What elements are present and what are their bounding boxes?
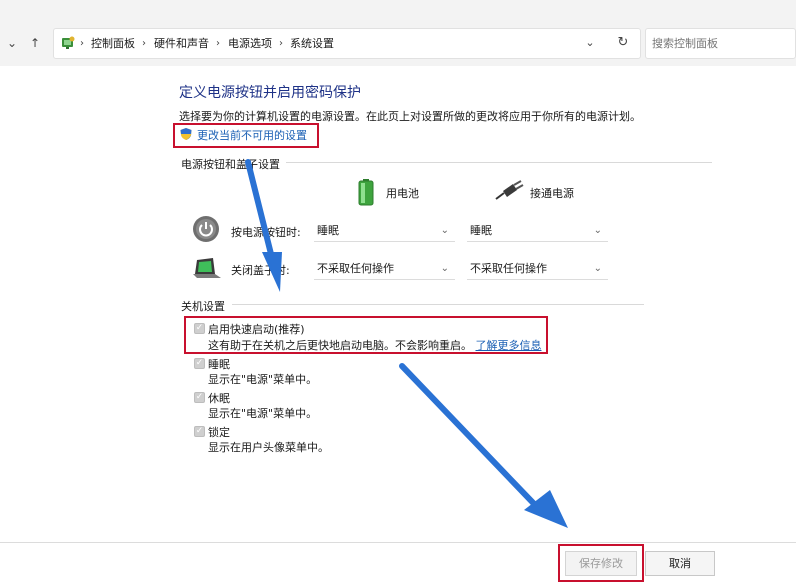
cancel-button[interactable]: 取消 [645, 551, 715, 576]
plugged-in-column-label: 接通电源 [530, 187, 574, 200]
chevron-down-icon: ⌄ [440, 225, 449, 236]
highlight-box [184, 316, 548, 354]
section-divider [286, 162, 712, 163]
breadcrumb-separator: › [142, 38, 146, 49]
title-bar [0, 0, 796, 22]
annotation-arrows [245, 159, 568, 528]
chevron-down-icon: ⌄ [440, 263, 449, 274]
page-title: 定义电源按钮并启用密码保护 [179, 85, 361, 101]
breadcrumb-system-settings[interactable]: 系统设置 [290, 36, 334, 52]
section-divider [232, 304, 644, 305]
hibernate-label: 休眠 [208, 392, 230, 405]
battery-column-label: 用电池 [386, 187, 419, 200]
up-arrow-icon[interactable]: ↑ [27, 33, 43, 53]
breadcrumb-separator: › [80, 38, 84, 49]
select-value: 睡眠 [317, 224, 339, 237]
power-button-battery-select[interactable]: 睡眠 ⌄ [314, 220, 455, 242]
highlight-box [173, 123, 319, 148]
sleep-label: 睡眠 [208, 358, 230, 371]
chevron-down-icon: ⌄ [593, 225, 602, 236]
breadcrumb-separator: › [279, 38, 283, 49]
breadcrumb-separator: › [216, 38, 220, 49]
power-button-plugged-select[interactable]: 睡眠 ⌄ [467, 220, 608, 242]
hibernate-description: 显示在"电源"菜单中。 [208, 407, 318, 420]
breadcrumb-control-panel[interactable]: 控制面板 [91, 36, 135, 52]
lock-description: 显示在用户头像菜单中。 [208, 441, 329, 454]
sleep-checkbox[interactable]: ✓ [194, 358, 205, 369]
highlight-box [558, 544, 644, 582]
select-value: 不采取任何操作 [317, 262, 394, 275]
close-lid-plugged-select[interactable]: 不采取任何操作 ⌄ [467, 258, 608, 280]
hibernate-checkbox[interactable]: ✓ [194, 392, 205, 403]
lock-label: 锁定 [208, 426, 230, 439]
sleep-description: 显示在"电源"菜单中。 [208, 373, 318, 386]
power-section-title: 电源按钮和盖子设置 [181, 158, 280, 171]
close-lid-label: 关闭盖子时: [231, 264, 290, 277]
control-panel-icon [60, 35, 76, 51]
annotation-arrow-to-save-button [399, 363, 568, 528]
power-plug-icon [494, 180, 524, 202]
battery-icon [356, 178, 376, 206]
shutdown-section-title: 关机设置 [181, 300, 225, 313]
footer-divider [0, 542, 796, 543]
breadcrumb-hardware-sound[interactable]: 硬件和声音 [154, 36, 209, 52]
search-control-panel-input[interactable] [645, 28, 796, 59]
power-button-icon [192, 215, 220, 243]
recent-locations-chevron-down-icon[interactable]: ⌄ [4, 33, 20, 53]
laptop-lid-icon [191, 254, 223, 280]
chevron-down-icon: ⌄ [593, 263, 602, 274]
select-value: 睡眠 [470, 224, 492, 237]
close-lid-battery-select[interactable]: 不采取任何操作 ⌄ [314, 258, 455, 280]
lock-checkbox[interactable]: ✓ [194, 426, 205, 437]
refresh-icon[interactable]: ↻ [615, 33, 631, 53]
select-value: 不采取任何操作 [470, 262, 547, 275]
address-dropdown-chevron-down-icon[interactable]: ⌄ [582, 33, 598, 53]
power-button-label: 按电源按钮时: [231, 226, 301, 239]
breadcrumb-power-options[interactable]: 电源选项 [228, 36, 272, 52]
page-description: 选择要为你的计算机设置的电源设置。在此页上对设置所做的更改将应用于你所有的电源计… [179, 110, 641, 123]
